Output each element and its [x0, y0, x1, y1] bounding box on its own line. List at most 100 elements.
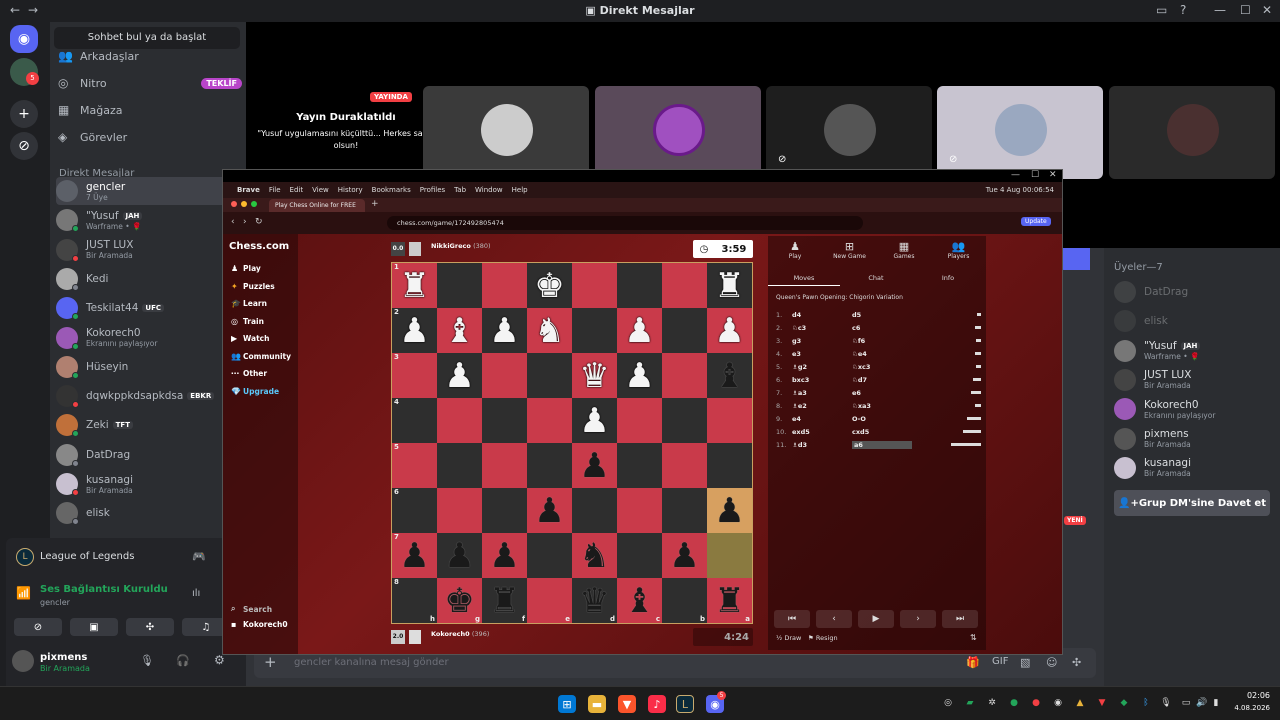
board-square[interactable]: ♟	[482, 533, 527, 578]
white-rook-icon[interactable]: ♜	[399, 269, 429, 303]
screen-share-button[interactable]: ▣	[70, 618, 118, 636]
board-square[interactable]: e	[527, 578, 572, 623]
white-move[interactable]: ♗a3	[792, 389, 852, 397]
mac-menu-item[interactable]: History	[338, 186, 363, 194]
move-row[interactable]: 10. exd5 cxd5	[776, 425, 981, 438]
board-square[interactable]: ♟	[707, 308, 752, 353]
white-knight-icon[interactable]: ♞	[534, 314, 564, 348]
board-square[interactable]: ♟	[662, 533, 707, 578]
board-square[interactable]	[482, 488, 527, 533]
gamepad-icon[interactable]: 🎮	[192, 550, 206, 563]
battery-icon[interactable]: ▮	[1210, 697, 1222, 709]
board-square[interactable]: 5	[392, 443, 437, 488]
board-square[interactable]: ♜	[707, 263, 752, 308]
board-square[interactable]: ♟	[617, 308, 662, 353]
chess-nav-train[interactable]: ◎ Train	[231, 317, 264, 326]
board-square[interactable]	[482, 443, 527, 488]
browser-tab[interactable]: Play Chess Online for FREE	[269, 199, 365, 212]
black-pawn-icon[interactable]: ♟	[489, 539, 519, 573]
stream-tile[interactable]	[423, 86, 589, 179]
taskbar-time[interactable]: 02:06	[1230, 691, 1270, 700]
board-square[interactable]	[707, 533, 752, 578]
chess-nav-watch[interactable]: ▶ Watch	[231, 334, 269, 343]
board-square[interactable]	[662, 398, 707, 443]
black-queen-icon[interactable]: ♛	[579, 584, 609, 618]
tray-bluetooth-icon[interactable]: ᛒ	[1140, 697, 1152, 709]
black-pawn-icon[interactable]: ♟	[714, 494, 744, 528]
nav-user[interactable]: ▪ Kokorech0	[231, 620, 288, 629]
white-move[interactable]: ♘c3	[792, 324, 852, 332]
board-square[interactable]: a ♜	[707, 578, 752, 623]
board-square[interactable]	[617, 533, 662, 578]
mac-menu-item[interactable]: Bookmarks	[372, 186, 411, 194]
white-king-icon[interactable]: ♚	[534, 269, 564, 303]
white-pawn-icon[interactable]: ♟	[624, 314, 654, 348]
white-pawn-icon[interactable]: ♟	[714, 314, 744, 348]
board-square[interactable]: ♟	[482, 308, 527, 353]
black-pawn-icon[interactable]: ♟	[669, 539, 699, 573]
board-square[interactable]: 1 ♜	[392, 263, 437, 308]
black-rook-icon[interactable]: ♜	[714, 584, 744, 618]
board-square[interactable]	[617, 398, 662, 443]
board-square[interactable]: 2 ♟	[392, 308, 437, 353]
camera-off-button[interactable]: ⊘	[14, 618, 62, 636]
black-move[interactable]: ♘d7	[852, 376, 912, 384]
member-item[interactable]: "Yusuf JAH Warframe • 🌹	[1114, 337, 1274, 365]
flip-board-icon[interactable]: ⇅	[970, 633, 977, 642]
minimize-icon[interactable]: —	[1011, 170, 1020, 180]
back-icon[interactable]: ‹	[231, 217, 235, 227]
board-square[interactable]	[527, 533, 572, 578]
board-square[interactable]: b	[662, 578, 707, 623]
emoji-icon[interactable]: ☺	[1046, 656, 1057, 669]
white-move[interactable]: e3	[792, 350, 852, 358]
forward-icon[interactable]: ›	[243, 217, 247, 227]
play-button[interactable]: ▶	[858, 610, 894, 628]
file-explorer-icon[interactable]: ▬	[588, 695, 606, 713]
black-move[interactable]: ♘e4	[852, 350, 912, 358]
nav-item-mağaza[interactable]: ▦ Mağaza	[58, 98, 242, 122]
black-pawn-icon[interactable]: ♟	[399, 539, 429, 573]
mac-menu-item[interactable]: Window	[475, 186, 503, 194]
white-pawn-icon[interactable]: ♟	[489, 314, 519, 348]
stream-tile[interactable]	[1109, 86, 1275, 179]
add-server-icon[interactable]: +	[10, 100, 38, 128]
tray-nvidia-icon[interactable]: ▰	[964, 697, 976, 709]
chess-nav-puzzles[interactable]: ✦ Puzzles	[231, 282, 275, 291]
move-row[interactable]: 2. ♘c3 c6	[776, 321, 981, 334]
chess-nav-learn[interactable]: 🎓 Learn	[231, 299, 267, 308]
move-row[interactable]: 11. ♗d3 a6	[776, 438, 981, 451]
panel-tab-players[interactable]: 👥 Players	[932, 236, 986, 266]
draw-button[interactable]: ½ Draw	[776, 634, 801, 642]
white-move[interactable]: g3	[792, 337, 852, 345]
close-icon[interactable]: ✕	[1262, 3, 1272, 17]
member-item[interactable]: elisk	[1114, 307, 1274, 335]
voice-channel[interactable]: gencler	[40, 598, 70, 607]
board-square[interactable]	[482, 353, 527, 398]
move-row[interactable]: 1. d4 d5	[776, 308, 981, 321]
white-pawn-icon[interactable]: ♟	[399, 314, 429, 348]
board-square[interactable]	[437, 488, 482, 533]
chess-nav-play[interactable]: ♟ Play	[231, 264, 261, 273]
white-move[interactable]: ♗g2	[792, 363, 852, 371]
board-square[interactable]	[572, 263, 617, 308]
help-icon[interactable]: ?	[1180, 3, 1186, 17]
sub-tab-chat[interactable]: Chat	[840, 270, 912, 286]
move-row[interactable]: 6. bxc3 ♘d7	[776, 373, 981, 386]
tray-app-icon[interactable]: ●	[1008, 697, 1020, 709]
white-move[interactable]: exd5	[792, 428, 852, 436]
sub-tab-info[interactable]: Info	[912, 270, 984, 286]
invite-to-group-button[interactable]: 👤+ Grup DM'sine Davet et	[1114, 490, 1270, 516]
mac-menu-item[interactable]: View	[312, 186, 329, 194]
next-move-button[interactable]: ›	[900, 610, 936, 628]
board-square[interactable]: ♚	[527, 263, 572, 308]
tray-settings-icon[interactable]: ✲	[986, 697, 998, 709]
dm-item[interactable]: Hüseyin	[56, 353, 226, 381]
board-square[interactable]: ♝	[707, 353, 752, 398]
white-move[interactable]: e4	[792, 415, 852, 423]
board-square[interactable]	[437, 263, 482, 308]
chess-board[interactable]: 1 ♜ ♚ ♜ 2 ♟ ♝ ♟ ♞ ♟ ♟ 3 ♟ ♛ ♟ ♝ 4 ♟ 5 ♟ 6 ♟ ♟ 7 ♟ ♟ ♟ ♞ ♟ 8 h g ♚ f ♜ e d ♛ c ♝…	[391, 262, 753, 624]
minimize-dot-icon[interactable]	[241, 201, 247, 207]
dm-item[interactable]: Kedi	[56, 265, 226, 293]
board-square[interactable]: 6	[392, 488, 437, 533]
resign-button[interactable]: ⚑ Resign	[808, 634, 838, 642]
